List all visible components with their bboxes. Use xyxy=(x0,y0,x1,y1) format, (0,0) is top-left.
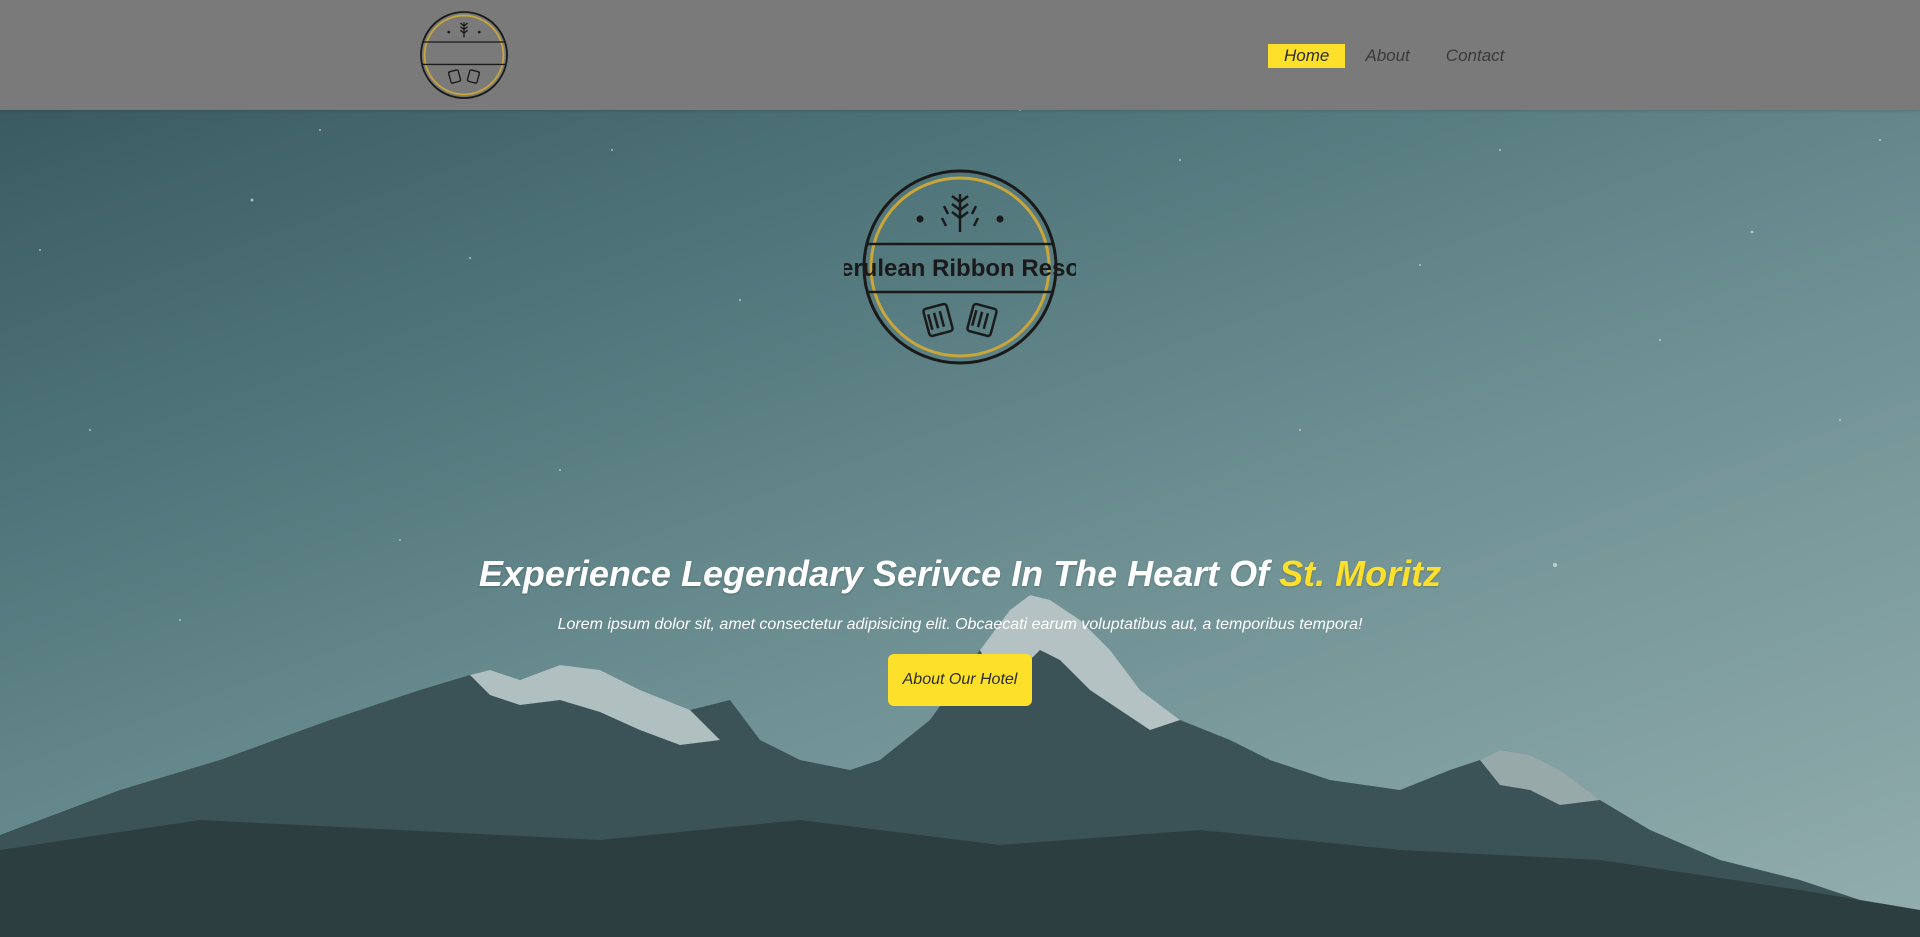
beer-mugs-icon xyxy=(922,302,998,338)
wheat-icon xyxy=(460,22,468,38)
mountain-range-image xyxy=(0,595,1920,937)
beer-mugs-icon xyxy=(447,69,481,84)
header-logo[interactable] xyxy=(412,8,516,102)
site-header: Home About Contact xyxy=(0,0,1920,110)
hero-section xyxy=(0,0,1920,937)
hero-title: Experience Legendary Serivce In The Hear… xyxy=(0,550,1920,598)
nav-about[interactable]: About xyxy=(1349,44,1425,68)
hero-subtitle: Lorem ipsum dolor sit, amet consectetur … xyxy=(557,616,1363,633)
hero-title-main: Experience Legendary Serivce In The Hear… xyxy=(478,553,1280,594)
hero-title-accent: St. Moritz xyxy=(1279,553,1442,594)
nav-home[interactable]: Home xyxy=(1268,44,1346,68)
about-hotel-button[interactable]: About Our Hotel xyxy=(888,654,1032,706)
hero-logo-text: Cerulean Ribbon Resort xyxy=(844,255,1076,282)
wheat-icon xyxy=(940,194,980,232)
nav-contact[interactable]: Contact xyxy=(1430,44,1521,68)
main-nav: Home About Contact xyxy=(1268,44,1520,68)
hero-logo: Cerulean Ribbon Resort xyxy=(844,169,1076,365)
